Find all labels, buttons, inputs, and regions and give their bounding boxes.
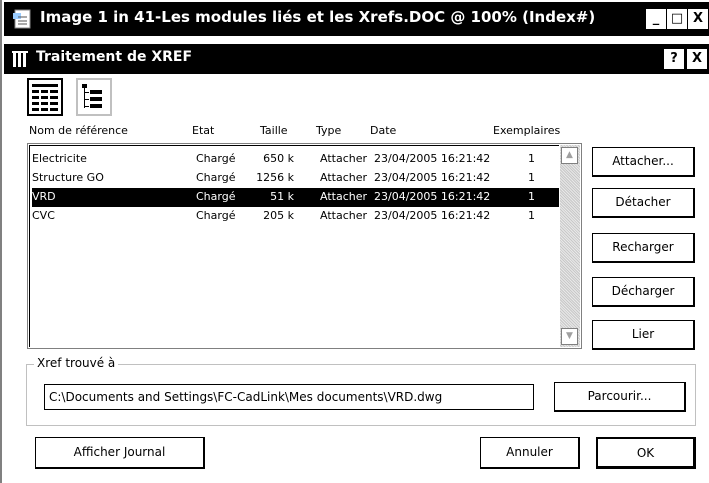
- xref-found-label: Xref trouvé à: [34, 356, 119, 370]
- tree-view-icon: [82, 84, 102, 108]
- table-row[interactable]: Structure GO Chargé 1256 k Attacher 23/0…: [32, 169, 559, 188]
- column-header-date[interactable]: Date: [370, 124, 396, 137]
- row-date: 23/04/2005 16:21:42: [374, 209, 491, 222]
- row-name: VRD: [32, 190, 56, 203]
- row-state: Chargé: [196, 171, 236, 184]
- ok-button[interactable]: OK: [596, 437, 696, 469]
- column-header-copies[interactable]: Exemplaires: [493, 124, 560, 137]
- row-name: Structure GO: [32, 171, 104, 184]
- row-date: 23/04/2005 16:21:42: [374, 152, 491, 165]
- column-header-name[interactable]: Nom de référence: [29, 124, 128, 137]
- minimize-button[interactable]: _: [646, 9, 666, 29]
- table-row-selected[interactable]: VRD Chargé 51 k Attacher 23/04/2005 16:2…: [32, 188, 559, 207]
- row-copies: 1: [528, 152, 535, 165]
- dialog-title: Traitement de XREF: [36, 49, 193, 65]
- row-size: 205 k: [263, 209, 294, 222]
- scroll-down-button[interactable]: ▼: [561, 328, 578, 345]
- column-header-type[interactable]: Type: [316, 124, 341, 137]
- cancel-button[interactable]: Annuler: [480, 437, 580, 469]
- row-copies: 1: [528, 209, 535, 222]
- show-log-button[interactable]: Afficher Journal: [35, 437, 205, 469]
- table-row[interactable]: Electricite Chargé 650 k Attacher 23/04/…: [32, 150, 559, 169]
- row-state: Chargé: [196, 209, 236, 222]
- column-header-state[interactable]: Etat: [192, 124, 214, 137]
- maximize-button[interactable]: □: [667, 9, 687, 29]
- attach-button[interactable]: Attacher...: [592, 147, 695, 177]
- row-name: CVC: [32, 209, 55, 222]
- table-row[interactable]: CVC Chargé 205 k Attacher 23/04/2005 16:…: [32, 207, 559, 226]
- row-date: 23/04/2005 16:21:42: [374, 171, 491, 184]
- vertical-scrollbar[interactable]: ▲ ▼: [560, 145, 580, 347]
- row-copies: 1: [528, 171, 535, 184]
- xref-path-field[interactable]: C:\Documents and Settings\FC-CadLink\Mes…: [44, 384, 534, 410]
- row-size: 650 k: [263, 152, 294, 165]
- column-header-size[interactable]: Taille: [260, 124, 288, 137]
- row-size: 51 k: [270, 190, 294, 203]
- unload-button[interactable]: Décharger: [592, 277, 695, 307]
- xref-list[interactable]: Electricite Chargé 650 k Attacher 23/04/…: [27, 143, 582, 349]
- xref-list-viewport: Electricite Chargé 650 k Attacher 23/04/…: [29, 145, 559, 347]
- row-type: Attacher: [320, 152, 368, 165]
- document-icon: [13, 9, 31, 29]
- scroll-up-button[interactable]: ▲: [561, 147, 578, 164]
- detach-button[interactable]: Détacher: [592, 188, 695, 218]
- browse-button[interactable]: Parcourir...: [554, 382, 686, 412]
- bind-button[interactable]: Lier: [592, 320, 695, 350]
- window-title: Image 1 in 41-Les modules liés et les Xr…: [40, 8, 596, 26]
- window-title-bar[interactable]: Image 1 in 41-Les modules liés et les Xr…: [4, 2, 709, 36]
- row-size: 1256 k: [256, 171, 294, 184]
- dialog-close-button[interactable]: X: [687, 49, 707, 69]
- tree-view-button[interactable]: [76, 78, 112, 116]
- row-copies: 1: [528, 190, 535, 203]
- row-state: Chargé: [196, 190, 236, 203]
- xref-icon: [12, 51, 28, 67]
- row-type: Attacher: [320, 190, 368, 203]
- row-state: Chargé: [196, 152, 236, 165]
- row-name: Electricite: [32, 152, 87, 165]
- list-view-icon: [32, 84, 58, 111]
- list-view-button[interactable]: [27, 78, 63, 116]
- dialog-title-bar[interactable]: Traitement de XREF ? X: [4, 44, 709, 74]
- close-button[interactable]: X: [688, 9, 708, 29]
- row-type: Attacher: [320, 209, 368, 222]
- window: Image 1 in 41-Les modules liés et les Xr…: [0, 0, 709, 483]
- reload-button[interactable]: Recharger: [592, 233, 695, 263]
- row-date: 23/04/2005 16:21:42: [374, 190, 491, 203]
- help-button[interactable]: ?: [664, 49, 684, 69]
- row-type: Attacher: [320, 171, 368, 184]
